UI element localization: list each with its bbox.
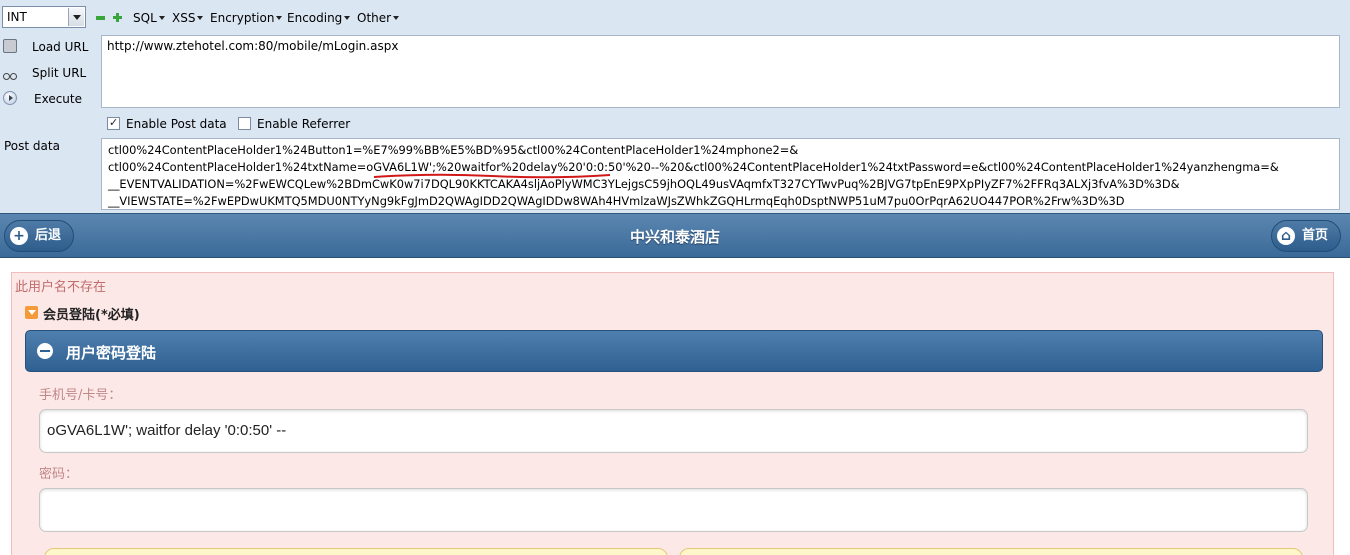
caret-icon [276,16,283,20]
menu-sql-label: SQL [133,11,157,25]
scissors-icon [3,65,17,80]
load-url-button[interactable]: Load URL [0,36,98,58]
load-icon [3,39,17,53]
type-select-value: INT [7,10,27,24]
home-icon: ⌂ [1277,227,1295,245]
menu-encryption[interactable]: Encryption [210,11,283,25]
phone-input[interactable]: oGVA6L1W'; waitfor delay '0:0:50' -- [39,409,1308,453]
menu-xss[interactable]: XSS [172,11,204,25]
menu-encoding[interactable]: Encoding [287,11,351,25]
register-button[interactable] [679,548,1303,555]
post-data-input[interactable]: ctl00%24ContentPlaceHolder1%24Button1=%E… [101,138,1340,210]
checkbox-checked-icon [107,116,120,130]
menu-xss-label: XSS [172,11,196,25]
password-label: 密码： [39,467,79,482]
post-line: ctl00%24ContentPlaceHolder1%24Button1=%E… [108,143,799,157]
play-icon [3,91,17,105]
caret-icon [158,16,165,20]
collapse-arrow-icon[interactable] [25,306,38,319]
menu-encoding-label: Encoding [287,11,343,25]
menu-other-label: Other [357,11,392,25]
error-message: 此用户名不存在 [15,280,107,295]
red-underline-annotation [373,173,611,179]
password-input[interactable] [39,488,1308,532]
section-title[interactable]: 会员登陆(*必填) [43,304,140,323]
login-panel: 此用户名不存在 会员登陆(*必填) 用户密码登陆 手机号/卡号： oGVA6L1… [11,272,1334,555]
minus-circle-icon [37,343,53,359]
post-line: __VIEWSTATE=%2FwEPDwUKMTQ5MDU0NTYyNg9kFg… [108,194,1125,208]
password-login-label: 用户密码登陆 [66,344,157,362]
split-url-button[interactable]: Split URL [0,62,98,84]
post-data-label: Post data [4,139,60,153]
minus-icon[interactable] [96,16,105,20]
url-input[interactable]: http://www.ztehotel.com:80/mobile/mLogin… [101,35,1340,108]
caret-icon [344,16,351,20]
checkbox-unchecked-icon [238,117,251,130]
post-line: ctl00%24ContentPlaceHolder1%24txtName=oG… [108,160,1279,174]
hotel-page: + 后退 中兴和泰酒店 ⌂ 首页 此用户名不存在 会员登陆(*必填) 用户密码登… [0,213,1350,555]
menu-other[interactable]: Other [357,11,400,25]
type-select[interactable]: INT [2,6,86,28]
hackbar-panel: INT SQL XSS Encryption Encoding Other Lo… [0,0,1350,213]
execute-label: Execute [34,92,82,106]
split-url-label: Split URL [32,66,87,80]
page-header: + 后退 中兴和泰酒店 ⌂ 首页 [0,213,1350,258]
caret-icon [197,16,204,20]
enable-post-label: Enable Post data [126,117,227,131]
execute-button[interactable]: Execute [0,88,98,110]
page-title: 中兴和泰酒店 [629,228,720,246]
menu-sql[interactable]: SQL [133,11,165,25]
phone-value: oGVA6L1W'; waitfor delay '0:0:50' -- [47,422,287,439]
phone-label: 手机号/卡号： [39,388,122,403]
home-label: 首页 [1302,228,1329,243]
menu-encryption-label: Encryption [210,11,275,25]
home-button[interactable]: ⌂ 首页 [1271,220,1341,252]
enable-referrer-label: Enable Referrer [257,117,351,131]
load-url-label: Load URL [32,40,89,54]
hackbar-toolbar: INT SQL XSS Encryption Encoding Other [0,0,1350,35]
password-login-header[interactable]: 用户密码登陆 [25,330,1323,372]
login-button[interactable] [44,548,668,555]
post-line: __EVENTVALIDATION=%2FwEWCQLew%2BDmCwK0w7… [108,177,1180,191]
caret-icon [393,16,400,20]
plus-icon[interactable] [113,13,122,22]
url-text: http://www.ztehotel.com:80/mobile/mLogin… [107,39,399,53]
chevron-down-icon [68,8,84,26]
